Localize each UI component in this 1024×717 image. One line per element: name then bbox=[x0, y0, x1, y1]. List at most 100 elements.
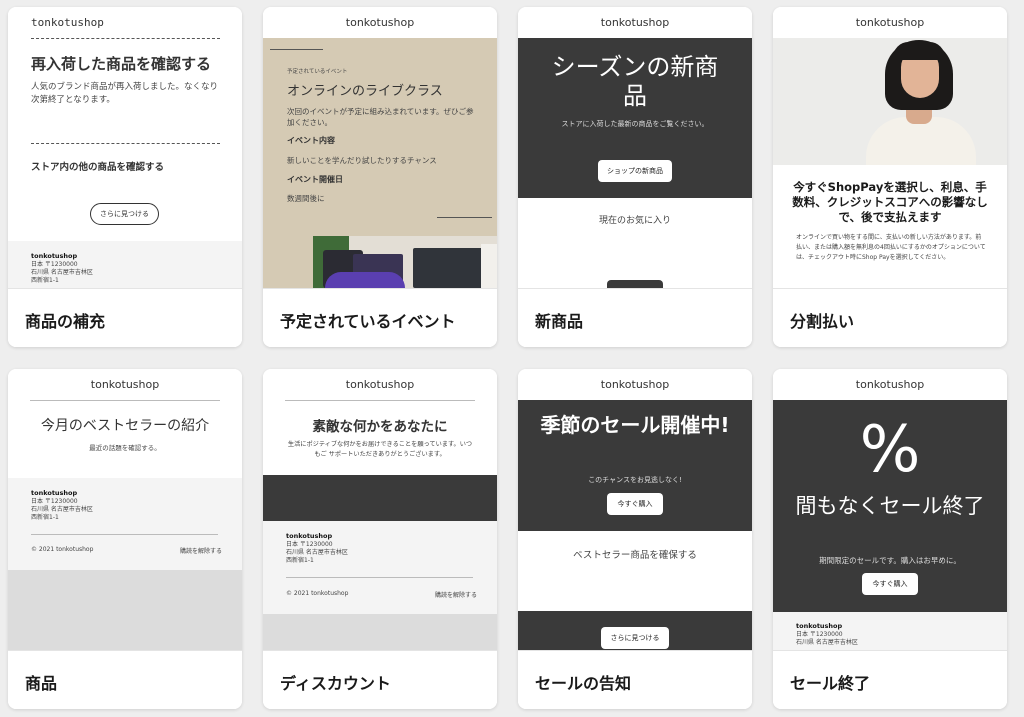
hair-top bbox=[893, 42, 945, 60]
email-preview: tonkotushop 季節のセール開催中! このチャンスをお見逃しなく! 今す… bbox=[518, 369, 752, 650]
card-title: 商品 bbox=[8, 650, 242, 709]
email-body: オンラインで買い物をする間に、支払いの新しい方法があります。前払い、または購入額… bbox=[796, 234, 986, 261]
dark-section: さらに見つける bbox=[518, 611, 752, 650]
shop-name: tonkotushop bbox=[600, 378, 670, 391]
event-tag: 予定されているイベント bbox=[287, 69, 348, 75]
percent-icon: % bbox=[859, 413, 921, 487]
email-preview: tonkotushop シーズンの新商品 ストアに入荷した最新の商品をご覧くださ… bbox=[518, 7, 752, 288]
shop-name: tonkotushop bbox=[600, 16, 670, 29]
template-card-installments[interactable]: tonkotushop 今すぐShopPayを選択し、利息、手数料、クレジットス… bbox=[773, 7, 1007, 347]
sheet bbox=[481, 244, 497, 288]
email-heading: 今すぐShopPayを選択し、利息、手数料、クレジットスコアへの影響なしで、後で… bbox=[792, 180, 988, 224]
hero-section: 季節のセール開催中! このチャンスをお見逃しなく! 今すぐ購入 bbox=[518, 400, 752, 531]
cushion-purple bbox=[325, 272, 405, 288]
email-heading: 間もなくセール終了 bbox=[795, 494, 985, 518]
event-content-text: 新しいことを学んだり試したりするチャンス bbox=[287, 156, 437, 165]
email-heading: オンラインのライブクラス bbox=[287, 84, 443, 99]
buy-now-button: 今すぐ購入 bbox=[607, 493, 663, 515]
divider bbox=[270, 49, 323, 50]
shop-new-button: ショップの新商品 bbox=[598, 160, 672, 182]
divider bbox=[437, 217, 492, 218]
footer-address: 西新宿1-1 bbox=[31, 277, 59, 284]
email-heading: 再入荷した商品を確認する bbox=[31, 55, 212, 73]
template-card-new-products[interactable]: tonkotushop シーズンの新商品 ストアに入荷した最新の商品をご覧くださ… bbox=[518, 7, 752, 347]
divider bbox=[30, 400, 220, 401]
divider bbox=[31, 534, 218, 535]
email-heading: シーズンの新商品 bbox=[551, 53, 719, 110]
template-card-products[interactable]: tonkotushop 今月のベストセラーの紹介 最近の話題を確認する。 ton… bbox=[8, 369, 242, 709]
footer-address: 石川県 名古屋市吉林区 bbox=[286, 549, 348, 556]
footer-address: 日本 〒1230000 bbox=[286, 541, 333, 548]
template-card-sale-announcement[interactable]: tonkotushop 季節のセール開催中! このチャンスをお見逃しなく! 今す… bbox=[518, 369, 752, 709]
divider bbox=[31, 143, 220, 144]
event-photo bbox=[313, 236, 497, 288]
email-heading: 今月のベストセラーの紹介 bbox=[40, 418, 210, 434]
gray-block bbox=[8, 570, 242, 650]
email-heading: 季節のセール開催中! bbox=[540, 413, 730, 437]
email-footer: tonkotushop 日本 〒1230000 石川県 名古屋市吉林区 西新宿1… bbox=[263, 521, 497, 614]
sweater bbox=[866, 117, 976, 165]
template-card-sale-ending[interactable]: tonkotushop % 間もなくセール終了 期間限定のセールです。購入はお早… bbox=[773, 369, 1007, 709]
card-title: 商品の補充 bbox=[8, 288, 242, 347]
template-card-upcoming-event[interactable]: tonkotushop 予定されているイベント オンラインのライブクラス 次回の… bbox=[263, 7, 497, 347]
card-title: 新商品 bbox=[518, 288, 752, 347]
cushion-gray bbox=[413, 248, 483, 288]
email-heading: 素敵な何かをあなたに bbox=[312, 419, 448, 435]
shop-name: tonkotushop bbox=[345, 16, 415, 29]
shop-name: tonkotushop bbox=[855, 378, 925, 391]
footer-shop-name: tonkotushop bbox=[286, 532, 333, 540]
email-body: 次回のイベントが予定に組み込まれています。ぜひご参加ください。 bbox=[287, 107, 474, 127]
email-preview: tonkotushop 再入荷した商品を確認する 人気のブランド商品が再入荷しま… bbox=[8, 7, 242, 288]
email-subheading: ベストセラー商品を確保する bbox=[573, 550, 697, 561]
footer-address: 石川県 名古屋市吉林区 bbox=[31, 269, 93, 276]
card-title: ディスカウント bbox=[263, 650, 497, 709]
hero-section: シーズンの新商品 ストアに入荷した最新の商品をご覧ください。 ショップの新商品 bbox=[518, 38, 752, 198]
card-title: 予定されているイベント bbox=[263, 288, 497, 347]
footer-shop-name: tonkotushop bbox=[31, 489, 78, 497]
buy-now-button: 今すぐ購入 bbox=[862, 573, 918, 595]
hero-photo bbox=[773, 38, 1007, 165]
event-panel: 予定されているイベント オンラインのライブクラス 次回のイベントが予定に組み込ま… bbox=[263, 38, 497, 288]
email-footer: tonkotushop 日本 〒1230000 石川県 名古屋市吉林区 西新宿1… bbox=[8, 241, 242, 288]
shop-name: tonkotushop bbox=[345, 378, 415, 391]
email-body: このチャンスをお見逃しなく! bbox=[588, 476, 682, 484]
more-button: さらに見つける bbox=[601, 627, 669, 649]
copyright: © 2021 tonkotushop bbox=[31, 546, 94, 553]
footer-address: 西新宿1-1 bbox=[286, 557, 314, 564]
email-body: ストアに入荷した最新の商品をご覧ください。 bbox=[561, 120, 709, 128]
footer-shop-name: tonkotushop bbox=[31, 252, 78, 260]
shop-name: tonkotushop bbox=[855, 16, 925, 29]
email-body: 生活にポジティブな何かをお届けできることを願っています。いつもご サポートいただ… bbox=[287, 441, 473, 458]
email-preview: tonkotushop 今すぐShopPayを選択し、利息、手数料、クレジットス… bbox=[773, 7, 1007, 288]
footer-address: 西新宿1-1 bbox=[31, 514, 59, 521]
footer-address: 石川県 名古屋市吉林区 bbox=[31, 506, 93, 513]
hero-section: % 間もなくセール終了 期間限定のセールです。購入はお早めに。 今すぐ購入 bbox=[773, 400, 1007, 612]
email-footer: tonkotushop 日本 〒1230000 石川県 名古屋市吉林区 bbox=[773, 612, 1007, 650]
email-subheading: ストア内の他の商品を確認する bbox=[31, 162, 165, 173]
divider bbox=[286, 577, 473, 578]
event-date-label: イベント開催日 bbox=[287, 175, 343, 184]
email-body: 人気のブランド商品が再入荷しました。なくなり次第終了となります。 bbox=[31, 82, 219, 105]
footer-address: 日本 〒1230000 bbox=[31, 498, 78, 505]
email-subheading: 現在のお気に入り bbox=[598, 216, 671, 226]
unsubscribe-link: 購読を解除する bbox=[180, 548, 223, 555]
email-preview: tonkotushop 素敵な何かをあなたに 生活にポジティブな何かをお届けでき… bbox=[263, 369, 497, 650]
footer-address: 日本 〒1230000 bbox=[31, 261, 78, 268]
template-card-restock[interactable]: tonkotushop 再入荷した商品を確認する 人気のブランド商品が再入荷しま… bbox=[8, 7, 242, 347]
card-title: 分割払い bbox=[773, 288, 1007, 347]
gray-block bbox=[263, 614, 497, 650]
footer-address: 石川県 名古屋市吉林区 bbox=[796, 639, 858, 646]
card-title: セール終了 bbox=[773, 650, 1007, 709]
template-card-discount[interactable]: tonkotushop 素敵な何かをあなたに 生活にポジティブな何かをお届けでき… bbox=[263, 369, 497, 709]
shop-name: tonkotushop bbox=[90, 378, 160, 391]
event-content-label: イベント内容 bbox=[287, 136, 335, 145]
copyright: © 2021 tonkotushop bbox=[286, 590, 349, 597]
divider bbox=[31, 38, 220, 39]
card-title: セールの告知 bbox=[518, 650, 752, 709]
email-preview: tonkotushop % 間もなくセール終了 期間限定のセールです。購入はお早… bbox=[773, 369, 1007, 650]
more-button: さらに見つける bbox=[90, 203, 159, 225]
unsubscribe-link: 購読を解除する bbox=[435, 592, 478, 599]
email-footer: tonkotushop 日本 〒1230000 石川県 名古屋市吉林区 西新宿1… bbox=[8, 478, 242, 570]
email-preview: tonkotushop 予定されているイベント オンラインのライブクラス 次回の… bbox=[263, 7, 497, 288]
dark-banner bbox=[263, 475, 497, 521]
